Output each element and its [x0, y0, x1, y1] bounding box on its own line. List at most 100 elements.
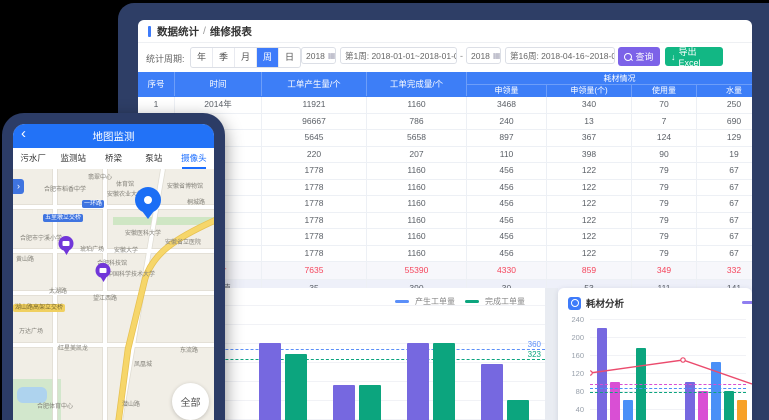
table-cell: 2014年: [175, 97, 262, 114]
period-option-0[interactable]: 年: [191, 48, 213, 67]
legend-marker: [465, 300, 479, 303]
phone-tab-2[interactable]: 桥梁: [93, 148, 133, 169]
table-cell: 1778: [262, 163, 367, 180]
back-chevron-icon[interactable]: ‹: [21, 125, 26, 142]
map-label: 安徽省立医院: [165, 237, 201, 246]
year-to-value: 2018: [471, 51, 490, 61]
chart-title-row: 耗材分析: [568, 296, 624, 310]
col-header: 工单产生量/个: [262, 72, 367, 96]
table-cell: 79: [632, 246, 697, 263]
year-to-select[interactable]: 2018 ▦: [466, 47, 501, 64]
location-pin-icon[interactable]: [135, 187, 161, 213]
reference-label: 360: [528, 340, 541, 349]
camera-pin-icon[interactable]: [96, 263, 111, 278]
period-option-2[interactable]: 月: [235, 48, 257, 67]
map-label: 翡翠中心: [88, 172, 112, 181]
table-cell: 250: [697, 97, 752, 114]
map-label: 合肥市稻香中学: [44, 184, 86, 193]
table-cell: 690: [697, 114, 752, 131]
table-cell: 67: [697, 163, 752, 180]
map-label: 安徽医科大学: [125, 228, 161, 237]
table-cell: 1160: [367, 163, 467, 180]
sub-col-header: 水量: [697, 84, 752, 97]
report-table: 序号 时间 工单产生量/个 工单完成量/个 耗材情况 申领量 申领量(个) 使用…: [138, 72, 752, 298]
table-cell: 122: [547, 213, 632, 230]
week-from-value: 第1周: 2018-01-01~2018-01-07: [345, 50, 457, 62]
y-tick-label: 80: [564, 387, 584, 396]
phone-tab-3[interactable]: 泵站: [134, 148, 174, 169]
consumables-chart-card: 耗材分析 2402001601208040: [558, 288, 752, 420]
query-button[interactable]: 查询: [618, 47, 660, 66]
table-cell: 240: [467, 114, 547, 131]
map-label: 太湖路: [49, 286, 67, 295]
period-option-1[interactable]: 季: [213, 48, 235, 67]
period-option-3[interactable]: 周: [257, 48, 279, 67]
table-cell: 786: [367, 114, 467, 131]
phone-tab-bar: 污水厂监测站桥梁泵站摄像头: [13, 148, 214, 170]
breadcrumb: 数据统计 / 维修报表: [138, 20, 752, 43]
screenshot-stage: 数据统计 / 维修报表 统计周期: 年季月周日 2018 ▦ 第1周: 2018…: [0, 0, 769, 420]
table-cell: 349: [632, 262, 697, 280]
bar: [433, 343, 455, 420]
table-row: 56455658897367124129: [138, 130, 752, 147]
table-cell: 79: [632, 163, 697, 180]
camera-pin-icon[interactable]: [59, 236, 74, 251]
calendar-icon: ▦: [328, 51, 336, 60]
group-header-label: 耗材情况: [467, 72, 752, 84]
col-header: 时间: [175, 72, 262, 96]
trend-line: [590, 348, 752, 420]
week-from-input[interactable]: 第1周: 2018-01-01~2018-01-07: [340, 47, 457, 64]
map-label: 体育馆: [116, 179, 134, 188]
table-cell: 456: [467, 163, 547, 180]
phone-tab-4[interactable]: 摄像头: [174, 148, 214, 169]
table-cell: 859: [547, 262, 632, 280]
sub-headers: 申领量 申领量(个) 使用量 水量: [467, 84, 752, 97]
table-cell: 79: [632, 213, 697, 230]
year-from-select[interactable]: 2018 ▦: [301, 47, 336, 64]
map-label: 合肥市宁溪小学: [20, 233, 62, 242]
week-to-input[interactable]: 第16周: 2018-04-16~2018-04-22: [505, 47, 615, 64]
legend-marker: [395, 300, 409, 303]
query-button-label: 查询: [635, 50, 653, 63]
map-label: 安徽省博物馆: [167, 181, 203, 190]
table-cell: 220: [262, 147, 367, 164]
group-header: 耗材情况 申领量 申领量(个) 使用量 水量: [467, 72, 752, 97]
table-cell: 5645: [262, 130, 367, 147]
table-cell: 1160: [367, 180, 467, 197]
period-label: 统计周期:: [146, 52, 185, 65]
map-label: 凤凰城: [134, 359, 152, 368]
pie-icon: [568, 297, 581, 310]
sub-col-header: 申领量(个): [547, 84, 632, 97]
phone-tab-0[interactable]: 污水厂: [13, 148, 53, 169]
y-tick-label: 240: [564, 315, 584, 324]
map-label: 东流路: [180, 345, 198, 354]
export-excel-button[interactable]: ↓ 导出Excel: [665, 47, 723, 66]
table-cell: 207: [367, 147, 467, 164]
expand-icon[interactable]: ›: [13, 179, 24, 194]
map-label: 合肥体育中心: [37, 401, 73, 410]
table-cell: 5658: [367, 130, 467, 147]
bar: [285, 354, 307, 420]
table-cell: 110: [467, 147, 547, 164]
period-option-4[interactable]: 日: [279, 48, 300, 67]
download-icon: ↓: [671, 52, 676, 62]
table-cell: 67: [697, 196, 752, 213]
map-view[interactable]: 翡翠中心体育馆合肥市稻香中学安徽农业大学安徽省博物馆一环路五里墩立交桥桐城路合肥…: [13, 169, 214, 420]
y-tick-label: 160: [564, 351, 584, 360]
y-tick-label: 40: [564, 405, 584, 414]
table-cell: 1160: [367, 246, 467, 263]
table-cell: 90: [632, 147, 697, 164]
phone-tab-1[interactable]: 监测站: [53, 148, 93, 169]
y-tick-label: 120: [564, 369, 584, 378]
all-filter-button[interactable]: 全部: [172, 383, 209, 420]
table-cell: 456: [467, 196, 547, 213]
bar: [407, 343, 429, 420]
table-row: 177811604561227967: [138, 196, 752, 213]
year-from-value: 2018: [306, 51, 325, 61]
bar: [507, 400, 529, 420]
map-label: 万达广场: [19, 326, 43, 335]
table-cell: 79: [632, 180, 697, 197]
table-header: 序号 时间 工单产生量/个 工单完成量/个 耗材情况 申领量 申领量(个) 使用…: [138, 72, 752, 97]
map-label: 安徽大学: [114, 245, 138, 254]
table-cell: 79: [632, 229, 697, 246]
